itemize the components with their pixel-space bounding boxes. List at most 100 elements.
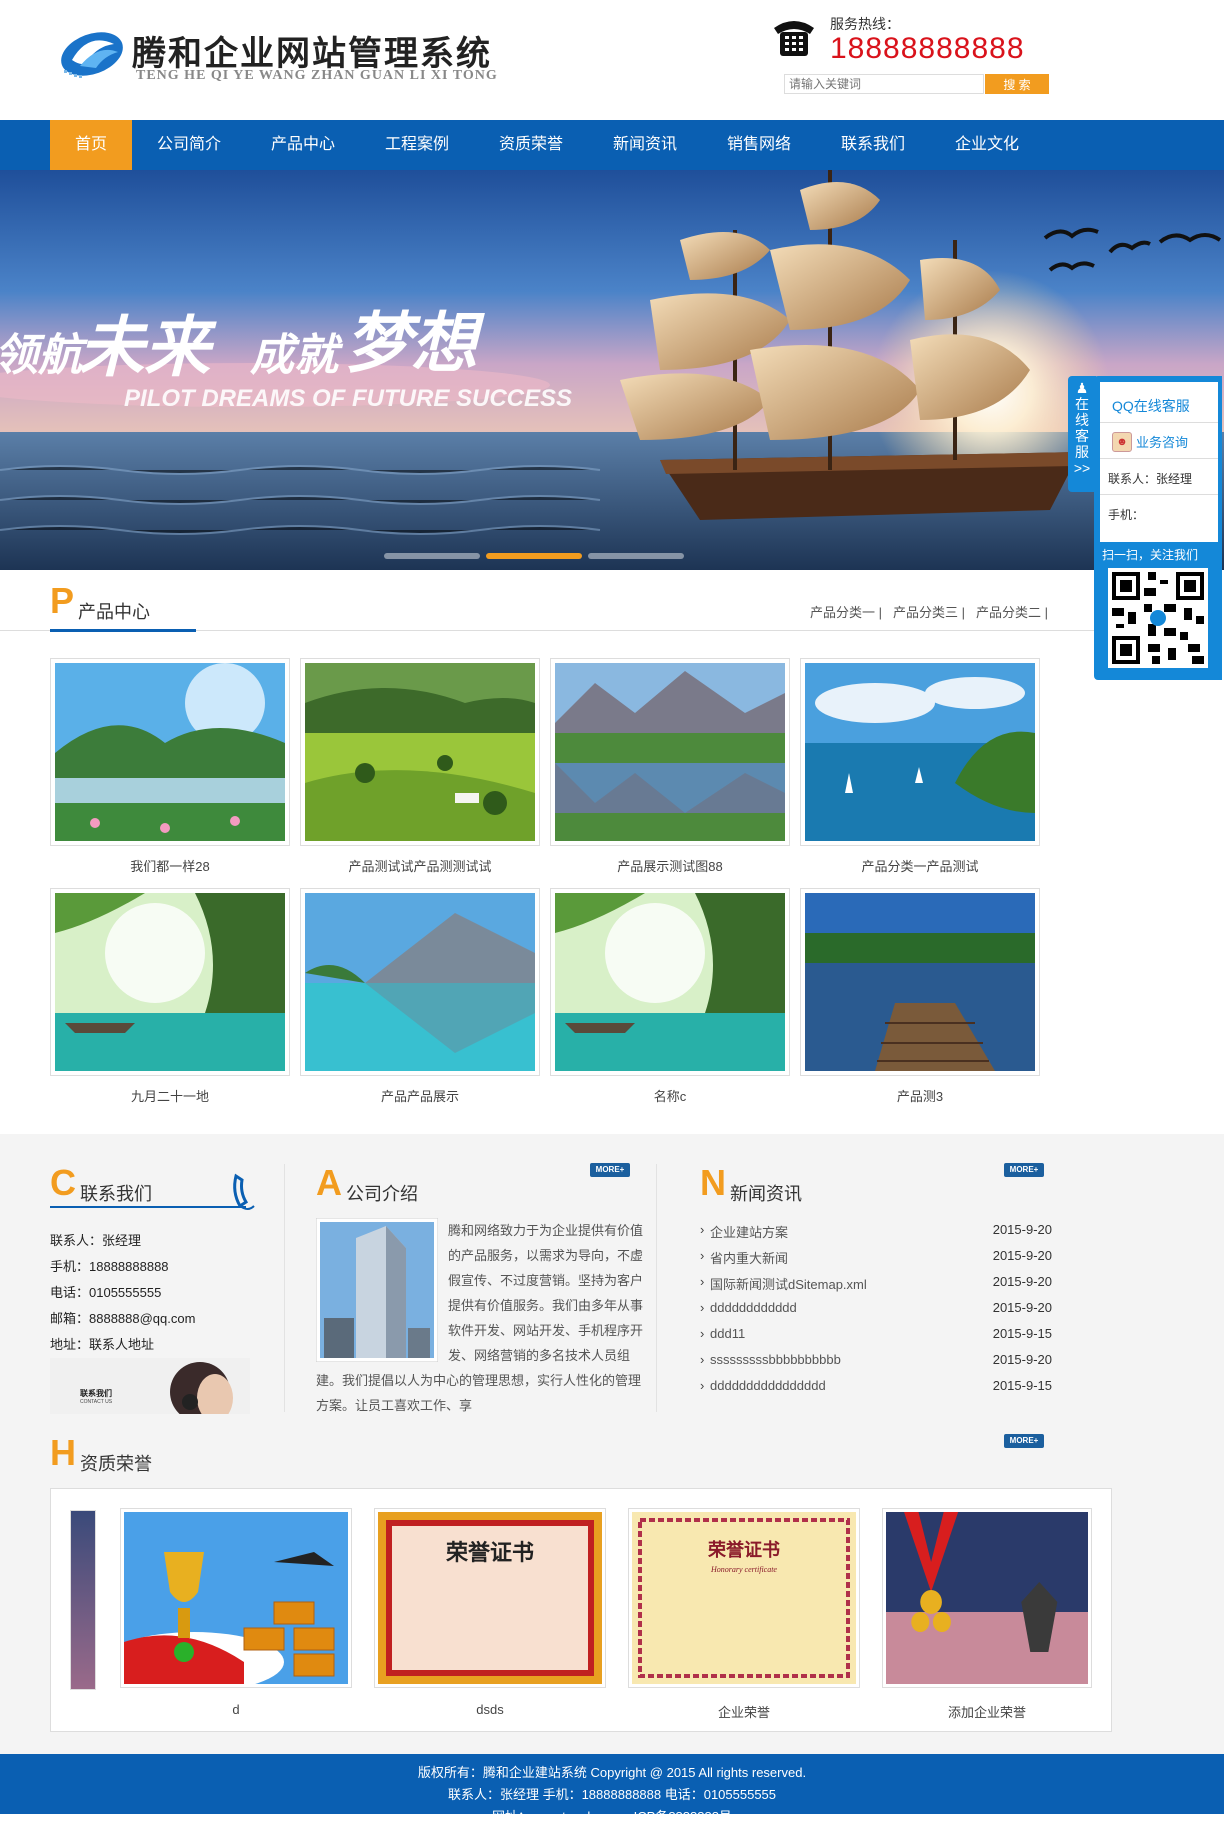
product-caption[interactable]: 我们都一样28: [50, 856, 290, 875]
news-item[interactable]: › 省内重大新闻 2015-9-20: [700, 1248, 1052, 1270]
products-section-letter: P: [50, 580, 75, 621]
news-item[interactable]: › sssssssssbbbbbbbbbb 2015-9-20: [700, 1352, 1052, 1374]
news-title[interactable]: 省内重大新闻: [710, 1248, 788, 1267]
honor-caption[interactable]: 企业荣誉: [628, 1702, 860, 1721]
service-tab-char: 在: [1075, 396, 1089, 412]
product-card[interactable]: 产品测试试产品测测试试: [300, 658, 540, 875]
search-button[interactable]: 搜 索: [985, 74, 1049, 94]
product-caption[interactable]: 产品测试试产品测测试试: [300, 856, 540, 875]
nav-item-honors[interactable]: 资质荣誉: [484, 120, 578, 170]
nav-item-home[interactable]: 首页: [50, 120, 132, 170]
arrow-right-icon: ›: [700, 1248, 705, 1263]
contact-image-sublabel: CONTACT US: [80, 1399, 113, 1405]
arrow-right-icon: ›: [700, 1326, 705, 1341]
news-title[interactable]: 国际新闻测试dSitemap.xml: [710, 1274, 867, 1293]
certificate-title: 荣誉证书: [445, 1540, 534, 1566]
product-card[interactable]: 我们都一样28: [50, 658, 290, 875]
hotline-label: 服务热线：: [830, 16, 900, 32]
product-card[interactable]: 产品产品展示: [300, 888, 540, 1105]
nav-item-cases[interactable]: 工程案例: [370, 120, 464, 170]
product-image[interactable]: [800, 658, 1040, 846]
honor-image[interactable]: 荣誉证书: [374, 1508, 606, 1688]
honor-caption[interactable]: d: [120, 1702, 352, 1717]
footer-contact: 联系人：张经理 手机：18888888888 电话：0105555555: [447, 1787, 777, 1802]
product-card[interactable]: 产品分类一产品测试: [800, 658, 1040, 875]
honor-card[interactable]: d: [120, 1508, 352, 1717]
product-image[interactable]: [300, 888, 540, 1076]
product-card[interactable]: 九月二十一地: [50, 888, 290, 1105]
footer-copyright: 版权所有：腾和企业建站系统 Copyright @ 2015 All right…: [417, 1765, 807, 1780]
about-image: [316, 1218, 438, 1362]
product-caption[interactable]: 产品分类一产品测试: [800, 856, 1040, 875]
honor-image[interactable]: [882, 1508, 1092, 1688]
category-link-3[interactable]: 产品分类三 |: [893, 602, 965, 621]
honor-card[interactable]: 荣誉证书 dsds: [374, 1508, 606, 1717]
footer: 版权所有：腾和企业建站系统 Copyright @ 2015 All right…: [0, 1754, 1224, 1824]
banner-headline-b: 未来: [78, 309, 217, 386]
banner-dot[interactable]: [588, 553, 684, 559]
product-card[interactable]: 产品测3: [800, 888, 1040, 1105]
product-caption[interactable]: 产品展示测试图88: [550, 856, 790, 875]
contact-mobile: 手机：18888888888: [50, 1259, 169, 1274]
news-more-button[interactable]: MORE+: [1004, 1163, 1044, 1177]
nav-item-company-profile[interactable]: 公司简介: [142, 120, 236, 170]
telephone-icon: [774, 21, 814, 56]
banner-dot-active[interactable]: [486, 553, 582, 559]
online-service-inner: QQ在线客服 ☻ 业务咨询 联系人：张经理 手机：: [1100, 382, 1218, 542]
hero-banner[interactable]: 领航 未来 成就 梦想 PILOT DREAMS OF FUTURE SUCCE…: [0, 170, 1224, 570]
honor-card[interactable]: 添加企业荣誉: [882, 1508, 1092, 1721]
category-link-1[interactable]: 产品分类一 |: [810, 602, 882, 621]
product-card[interactable]: 产品展示测试图88: [550, 658, 790, 875]
news-item[interactable]: › dddddddddddddddd 2015-9-15: [700, 1378, 1052, 1400]
online-service-tab[interactable]: ♟ 在 线 客 服 >>: [1068, 376, 1096, 492]
news-item[interactable]: › ddd11 2015-9-15: [700, 1326, 1052, 1348]
logo-icon: [61, 32, 123, 78]
product-image[interactable]: [800, 888, 1040, 1076]
nav-item-news[interactable]: 新闻资讯: [598, 120, 692, 170]
column-divider: [284, 1164, 285, 1412]
honor-image[interactable]: 荣誉证书 Honorary certificate: [628, 1508, 860, 1688]
news-section-letter: N: [700, 1162, 726, 1203]
product-image[interactable]: [300, 658, 540, 846]
nav-item-sales-network[interactable]: 销售网络: [712, 120, 806, 170]
contact-address: 地址：联系人地址: [50, 1337, 155, 1352]
news-item[interactable]: › dddddddddddd 2015-9-20: [700, 1300, 1052, 1322]
about-more-button[interactable]: MORE+: [590, 1163, 630, 1177]
news-title[interactable]: sssssssssbbbbbbbbbb: [710, 1352, 841, 1367]
service-tab-char: 线: [1075, 412, 1089, 428]
nav-item-culture[interactable]: 企业文化: [940, 120, 1034, 170]
product-caption[interactable]: 名称c: [550, 1086, 790, 1105]
banner-dot[interactable]: [384, 553, 480, 559]
honor-image[interactable]: [120, 1508, 352, 1688]
consult-link[interactable]: 业务咨询: [1136, 432, 1188, 451]
honors-section-title: 资质荣誉: [80, 1454, 152, 1474]
contact-section-letter: C: [50, 1162, 76, 1203]
scan-label: 扫一扫，关注我们: [1102, 548, 1199, 562]
product-caption[interactable]: 产品产品展示: [300, 1086, 540, 1105]
news-item[interactable]: › 企业建站方案 2015-9-20: [700, 1222, 1052, 1244]
news-item[interactable]: › 国际新闻测试dSitemap.xml 2015-9-20: [700, 1274, 1052, 1296]
honor-caption[interactable]: 添加企业荣誉: [882, 1702, 1092, 1721]
product-image[interactable]: [550, 888, 790, 1076]
certificate-title: 荣誉证书: [707, 1539, 780, 1561]
product-caption[interactable]: 九月二十一地: [50, 1086, 290, 1105]
honors-more-button[interactable]: MORE+: [1004, 1434, 1044, 1448]
product-card[interactable]: 名称c: [550, 888, 790, 1105]
product-image[interactable]: [50, 658, 290, 846]
product-image[interactable]: [550, 658, 790, 846]
category-link-2[interactable]: 产品分类二 |: [976, 602, 1048, 621]
news-title[interactable]: 企业建站方案: [710, 1222, 788, 1241]
product-caption[interactable]: 产品测3: [800, 1086, 1040, 1105]
honor-caption[interactable]: dsds: [374, 1702, 606, 1717]
nav-item-products[interactable]: 产品中心: [256, 120, 350, 170]
search-input[interactable]: [784, 74, 984, 94]
nav-item-contact[interactable]: 联系我们: [826, 120, 920, 170]
phone-handset-icon: [233, 1173, 255, 1210]
news-title[interactable]: dddddddddddddddd: [710, 1378, 826, 1393]
news-title[interactable]: ddd11: [710, 1326, 745, 1341]
product-image[interactable]: [50, 888, 290, 1076]
honor-card[interactable]: 荣誉证书 Honorary certificate 企业荣誉: [628, 1508, 860, 1721]
about-section-title: 公司介绍: [346, 1184, 418, 1204]
news-title[interactable]: dddddddddddd: [710, 1300, 797, 1315]
honor-partial-card[interactable]: [70, 1510, 96, 1690]
